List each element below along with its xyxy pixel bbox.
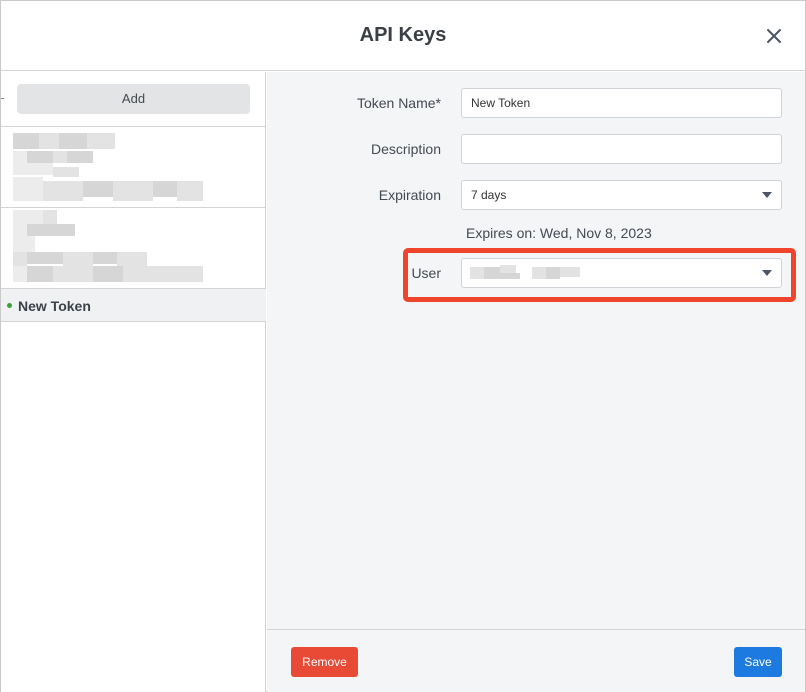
redacted-text — [177, 181, 203, 201]
redacted-text — [27, 266, 53, 282]
expiration-value: 7 days — [471, 188, 507, 202]
redacted-text — [13, 163, 53, 175]
expires-on-text: Expires on: Wed, Nov 8, 2023 — [466, 225, 652, 241]
user-label: User — [411, 265, 441, 281]
redacted-text — [13, 266, 27, 282]
api-keys-dialog: API Keys Add New Token Token Name* New T… — [0, 0, 806, 692]
redacted-text — [93, 252, 117, 264]
list-item-new-token[interactable]: New Token — [1, 289, 266, 322]
add-button[interactable]: Add — [17, 84, 250, 114]
redacted-text — [546, 267, 560, 279]
dialog-footer: Remove Save — [267, 629, 805, 692]
redacted-text — [560, 267, 580, 277]
redacted-text — [93, 266, 123, 282]
divider — [1, 98, 4, 99]
redacted-text — [53, 167, 79, 177]
redacted-text — [63, 252, 93, 266]
redacted-text — [123, 266, 203, 282]
dialog-header: API Keys — [1, 1, 805, 71]
redacted-text — [117, 252, 147, 266]
redacted-text — [532, 267, 546, 279]
redacted-text — [13, 177, 43, 201]
redacted-text — [67, 151, 93, 163]
token-name-input[interactable]: New Token — [461, 88, 782, 118]
chevron-down-icon — [762, 192, 772, 198]
token-detail-panel: Token Name* New Token Description Expira… — [267, 72, 805, 692]
redacted-text — [113, 181, 153, 201]
list-item-label: New Token — [18, 298, 91, 314]
status-dot-icon — [7, 303, 12, 308]
redacted-text — [27, 252, 63, 264]
redacted-text — [87, 133, 115, 149]
redacted-text — [13, 236, 35, 252]
list-item-redacted[interactable] — [1, 127, 266, 207]
redacted-text — [39, 133, 59, 149]
redacted-text — [153, 181, 177, 197]
close-icon[interactable] — [763, 25, 785, 47]
token-list-sidebar: Add New Token — [1, 72, 266, 692]
remove-button[interactable]: Remove — [291, 647, 358, 677]
save-button[interactable]: Save — [734, 647, 782, 677]
redacted-text — [53, 151, 67, 163]
redacted-text — [13, 151, 27, 163]
redacted-text — [13, 252, 27, 266]
redacted-text — [27, 151, 53, 163]
user-select[interactable] — [461, 258, 782, 288]
expiration-label: Expiration — [378, 187, 441, 203]
dialog-title: API Keys — [359, 24, 447, 46]
expiration-select[interactable]: 7 days — [461, 180, 782, 210]
chevron-down-icon — [762, 270, 772, 276]
redacted-text — [43, 210, 57, 224]
redacted-text — [59, 133, 87, 149]
redacted-text — [13, 133, 39, 149]
redacted-text — [500, 273, 520, 279]
redacted-text — [484, 267, 500, 279]
redacted-text — [13, 210, 43, 224]
description-label: Description — [370, 141, 441, 157]
redacted-text — [13, 224, 27, 236]
redacted-text — [83, 181, 113, 197]
redacted-text — [470, 267, 484, 279]
redacted-text — [53, 266, 93, 282]
redacted-text — [43, 181, 83, 201]
description-input[interactable] — [461, 134, 782, 164]
list-item-redacted[interactable] — [1, 208, 266, 288]
redacted-text — [27, 224, 75, 236]
token-name-label: Token Name* — [356, 95, 441, 111]
